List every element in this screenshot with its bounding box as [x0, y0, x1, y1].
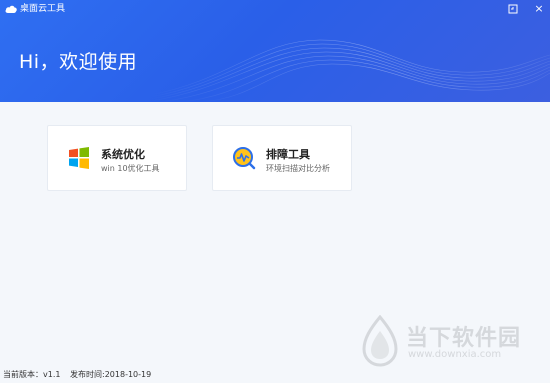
windows-logo-icon	[69, 147, 89, 169]
card-subtitle: win 10优化工具	[101, 164, 160, 173]
system-optimize-card[interactable]: 系统优化 win 10优化工具	[47, 125, 187, 191]
version-text: 当前版本：v1.1	[3, 370, 61, 379]
release-date-text: 发布时间:2018-10-19	[70, 370, 152, 379]
watermark-text: 当下软件园	[406, 326, 522, 351]
header-banner: 桌面云工具 × Hi，欢迎使用	[0, 0, 550, 102]
close-icon: ×	[534, 2, 544, 15]
watermark: 当下软件园 www.downxia.com	[360, 315, 530, 375]
feedback-button[interactable]	[506, 2, 520, 16]
greeting-text: Hi，欢迎使用	[19, 51, 138, 73]
app-title: 桌面云工具	[20, 4, 66, 14]
title-bar: 桌面云工具 ×	[0, 0, 550, 18]
close-button[interactable]: ×	[532, 2, 546, 16]
card-subtitle: 环境扫描对比分析	[266, 164, 330, 173]
footer-info: 当前版本：v1.1 发布时间:2018-10-19	[3, 369, 151, 380]
cloud-icon	[5, 5, 17, 13]
watermark-logo-icon	[362, 315, 398, 367]
card-title: 排障工具	[266, 148, 310, 161]
chart-magnifier-icon	[233, 147, 256, 170]
troubleshoot-card[interactable]: 排障工具 环境扫描对比分析	[212, 125, 352, 191]
card-title: 系统优化	[101, 148, 145, 161]
watermark-url: www.downxia.com	[408, 349, 502, 360]
feedback-icon	[508, 4, 518, 14]
